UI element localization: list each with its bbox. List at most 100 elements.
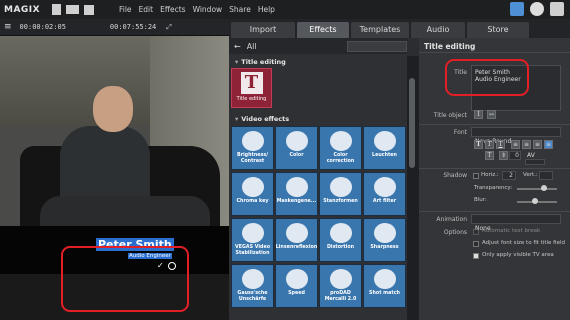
vert-label: Vert.: [523, 172, 538, 178]
shapes-icon [329, 177, 352, 197]
font-select[interactable]: Nova Round [471, 127, 561, 145]
menu-edit[interactable]: Edit [139, 5, 154, 14]
blur-drop-icon [241, 269, 264, 289]
menu-effects[interactable]: Effects [160, 5, 186, 14]
tab-audio[interactable]: Audio [411, 22, 465, 38]
menu-bar: MAGIX File Edit Effects Window Share Hel… [0, 0, 570, 19]
total-timecode: 00:07:55:24 [109, 23, 157, 31]
kerning-field[interactable] [525, 159, 545, 165]
title-editing-tile[interactable]: T Title editing [231, 68, 272, 108]
options-label: Options [443, 229, 467, 236]
effects-filter[interactable]: All [247, 42, 257, 51]
upload-icon[interactable] [550, 2, 564, 16]
effect-tile-5[interactable]: Maskengene... [275, 172, 318, 216]
adjust-font-size-label: Adjust font size to fit title field [482, 240, 566, 246]
effect-tile-4[interactable]: Chroma key [231, 172, 274, 216]
transparency-slider[interactable] [517, 188, 557, 190]
transparency-slider-knob[interactable] [541, 185, 547, 191]
vert-field[interactable] [539, 171, 553, 180]
horiz-field[interactable]: 2 [502, 171, 516, 180]
visible-tv-area-checkbox[interactable] [473, 253, 479, 259]
video-person-head [93, 86, 133, 132]
effect-tile-label: Brightness/ Contrast [237, 153, 268, 164]
font-size-stepper[interactable]: ⇕ [499, 151, 508, 160]
tab-templates[interactable]: Templates [351, 22, 409, 38]
size-field[interactable]: 0 [509, 151, 521, 160]
effect-tile-3[interactable]: Leuchten [363, 126, 406, 170]
effect-tile-label: Maskengene... [276, 199, 317, 204]
effect-tile-label: Sharpness [370, 245, 399, 250]
blur-label: Blur: [474, 197, 487, 203]
effect-tile-11[interactable]: Sharpness [363, 218, 406, 262]
mercalli-icon [329, 269, 352, 289]
adjust-font-size-checkbox[interactable] [473, 241, 479, 247]
effect-tile-label: Color correction [326, 153, 355, 164]
italic-button[interactable]: T [485, 140, 494, 149]
shot-match-icon [373, 269, 396, 289]
effect-tile-label: VEGAS Video Stabilization [234, 245, 271, 256]
blur-slider-knob[interactable] [532, 198, 538, 204]
brightness-icon [241, 131, 264, 151]
align-left-button[interactable]: ≡ [511, 140, 520, 149]
current-timecode[interactable]: 00:00:02:05 [20, 23, 66, 31]
section-title-editing[interactable]: Title editing [229, 57, 407, 68]
tab-import[interactable]: Import [231, 22, 295, 38]
bold-button[interactable]: T [474, 140, 483, 149]
menu-window[interactable]: Window [193, 5, 223, 14]
highlight-title-preview [61, 246, 189, 312]
font-label: Font [453, 129, 467, 136]
effect-tile-7[interactable]: Art filter [363, 172, 406, 216]
pin-icon[interactable] [510, 2, 524, 16]
menu-help[interactable]: Help [258, 5, 275, 14]
effect-tile-10[interactable]: Distortion [319, 218, 362, 262]
new-file-icon[interactable] [52, 4, 61, 15]
top-right-icons [510, 2, 564, 16]
tab-store[interactable]: Store [467, 22, 529, 38]
section-video-effects[interactable]: Video effects [229, 114, 407, 125]
title-t-icon: T [240, 72, 263, 94]
expand-icon[interactable]: ⤢ [166, 23, 172, 32]
save-icon[interactable] [84, 4, 94, 15]
align-justify-button[interactable]: ≡ [544, 140, 553, 149]
record-icon[interactable] [530, 2, 544, 16]
align-right-button[interactable]: ≡ [533, 140, 542, 149]
speed-icon [285, 269, 308, 289]
align-center-button[interactable]: ≡ [522, 140, 531, 149]
lens-flare-icon [285, 223, 308, 243]
effects-scrollbar-thumb[interactable] [409, 78, 415, 168]
effect-tile-1[interactable]: Color [275, 126, 318, 170]
back-arrow-icon[interactable]: ← [234, 42, 241, 51]
stabilization-icon [241, 223, 264, 243]
main-menu: File Edit Effects Window Share Help [119, 5, 282, 14]
av-label: AV [527, 152, 535, 159]
horiz-label: Horiz.: [481, 172, 499, 178]
menu-file[interactable]: File [119, 5, 132, 14]
effect-tile-9[interactable]: Linsenreflexion [275, 218, 318, 262]
effect-tile-8[interactable]: VEGAS Video Stabilization [231, 218, 274, 262]
title-object-button-1[interactable]: I [474, 110, 483, 119]
effect-tile-label: Art filter [372, 199, 397, 204]
tab-effects[interactable]: Effects [297, 22, 349, 38]
title-object-button-2[interactable]: ↔ [487, 110, 496, 119]
effect-tile-13[interactable]: Speed [275, 264, 318, 308]
menu-share[interactable]: Share [229, 5, 251, 14]
effect-tile-14[interactable]: proDAD Mercalli 2.0 [319, 264, 362, 308]
shadow-checkbox[interactable] [473, 173, 479, 179]
effect-tile-15[interactable]: Shot match [363, 264, 406, 308]
distortion-icon [329, 223, 352, 243]
auto-text-break-label: Automatic text break [482, 228, 541, 234]
effect-tile-12[interactable]: Gauss'sche Unschärfe [231, 264, 274, 308]
effect-tile-0[interactable]: Brightness/ Contrast [231, 126, 274, 170]
auto-text-break-checkbox[interactable] [473, 229, 479, 235]
effect-tile-6[interactable]: Stanzformen [319, 172, 362, 216]
hamburger-menu-icon[interactable]: ≡ [4, 22, 12, 32]
chroma-key-icon [241, 177, 264, 197]
shadow-label: Shadow [443, 172, 467, 179]
color-correction-icon [329, 131, 352, 151]
effect-tile-label: Shot match [369, 291, 400, 296]
effect-tile-2[interactable]: Color correction [319, 126, 362, 170]
underline-button[interactable]: T [496, 140, 505, 149]
effects-search-input[interactable] [347, 41, 407, 52]
open-folder-icon[interactable] [66, 5, 79, 14]
animation-select[interactable]: None [471, 214, 561, 232]
